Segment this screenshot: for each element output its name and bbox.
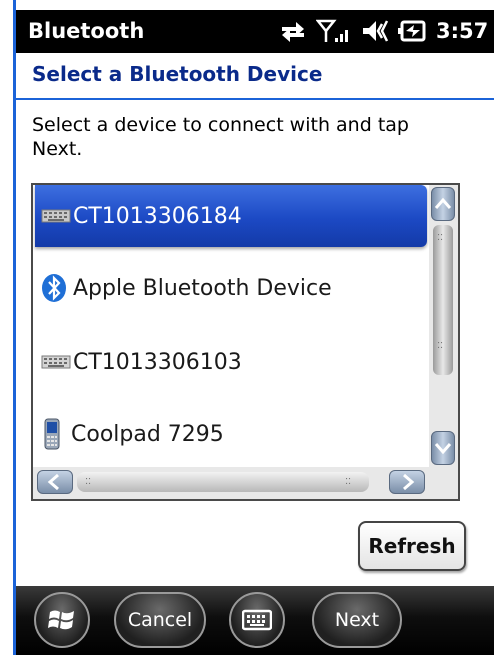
battery-charging-icon[interactable]	[396, 18, 426, 44]
status-bar: Bluetooth 3:57	[16, 10, 494, 53]
device-list[interactable]: CT1013306184 Apple Bluetooth Device CT10…	[31, 183, 460, 501]
vertical-scroll-thumb[interactable]: :: ::	[433, 225, 453, 375]
clock[interactable]: 3:57	[436, 19, 488, 43]
cancel-button[interactable]: Cancel	[114, 592, 206, 648]
vertical-scrollbar[interactable]: :: ::	[429, 185, 458, 467]
scroll-left-button[interactable]	[37, 470, 73, 494]
instructions-text: Select a device to connect with and tap …	[32, 114, 409, 160]
device-label: CT1013306184	[73, 203, 242, 229]
volume-icon[interactable]	[360, 18, 390, 44]
list-item-device-4[interactable]: Coolpad 7295	[35, 403, 427, 465]
list-item-device-2[interactable]: Apple Bluetooth Device	[35, 257, 427, 319]
soft-key-bar: Cancel Next	[16, 586, 494, 655]
phone-device-icon	[41, 418, 63, 450]
keyboard-icon[interactable]	[229, 592, 285, 648]
signal-icon[interactable]	[316, 18, 348, 44]
keyboard-device-icon	[41, 208, 71, 224]
scroll-down-button[interactable]	[431, 431, 455, 465]
page-title: Select a Bluetooth Device	[32, 62, 323, 86]
windows-start-icon[interactable]	[34, 592, 90, 648]
horizontal-scrollbar[interactable]: :: ::	[33, 467, 429, 499]
refresh-button[interactable]: Refresh	[358, 521, 466, 571]
scroll-up-button[interactable]	[431, 187, 455, 221]
next-button[interactable]: Next	[312, 592, 402, 648]
device-label: CT1013306103	[73, 349, 242, 375]
bluetooth-icon	[41, 273, 67, 303]
device-label: Coolpad 7295	[71, 421, 224, 447]
horizontal-scroll-thumb[interactable]: :: ::	[77, 472, 369, 492]
screen-margin	[0, 0, 13, 655]
list-item-device-3[interactable]: CT1013306103	[35, 331, 427, 393]
header-divider	[16, 98, 494, 100]
connectivity-icon[interactable]	[278, 18, 308, 44]
device-label: Apple Bluetooth Device	[73, 275, 332, 301]
scrollbar-corner	[429, 467, 458, 499]
list-item-device-1[interactable]: CT1013306184	[35, 185, 427, 247]
scroll-right-button[interactable]	[389, 470, 425, 494]
keyboard-device-icon	[41, 354, 71, 370]
app-title: Bluetooth	[28, 19, 145, 43]
